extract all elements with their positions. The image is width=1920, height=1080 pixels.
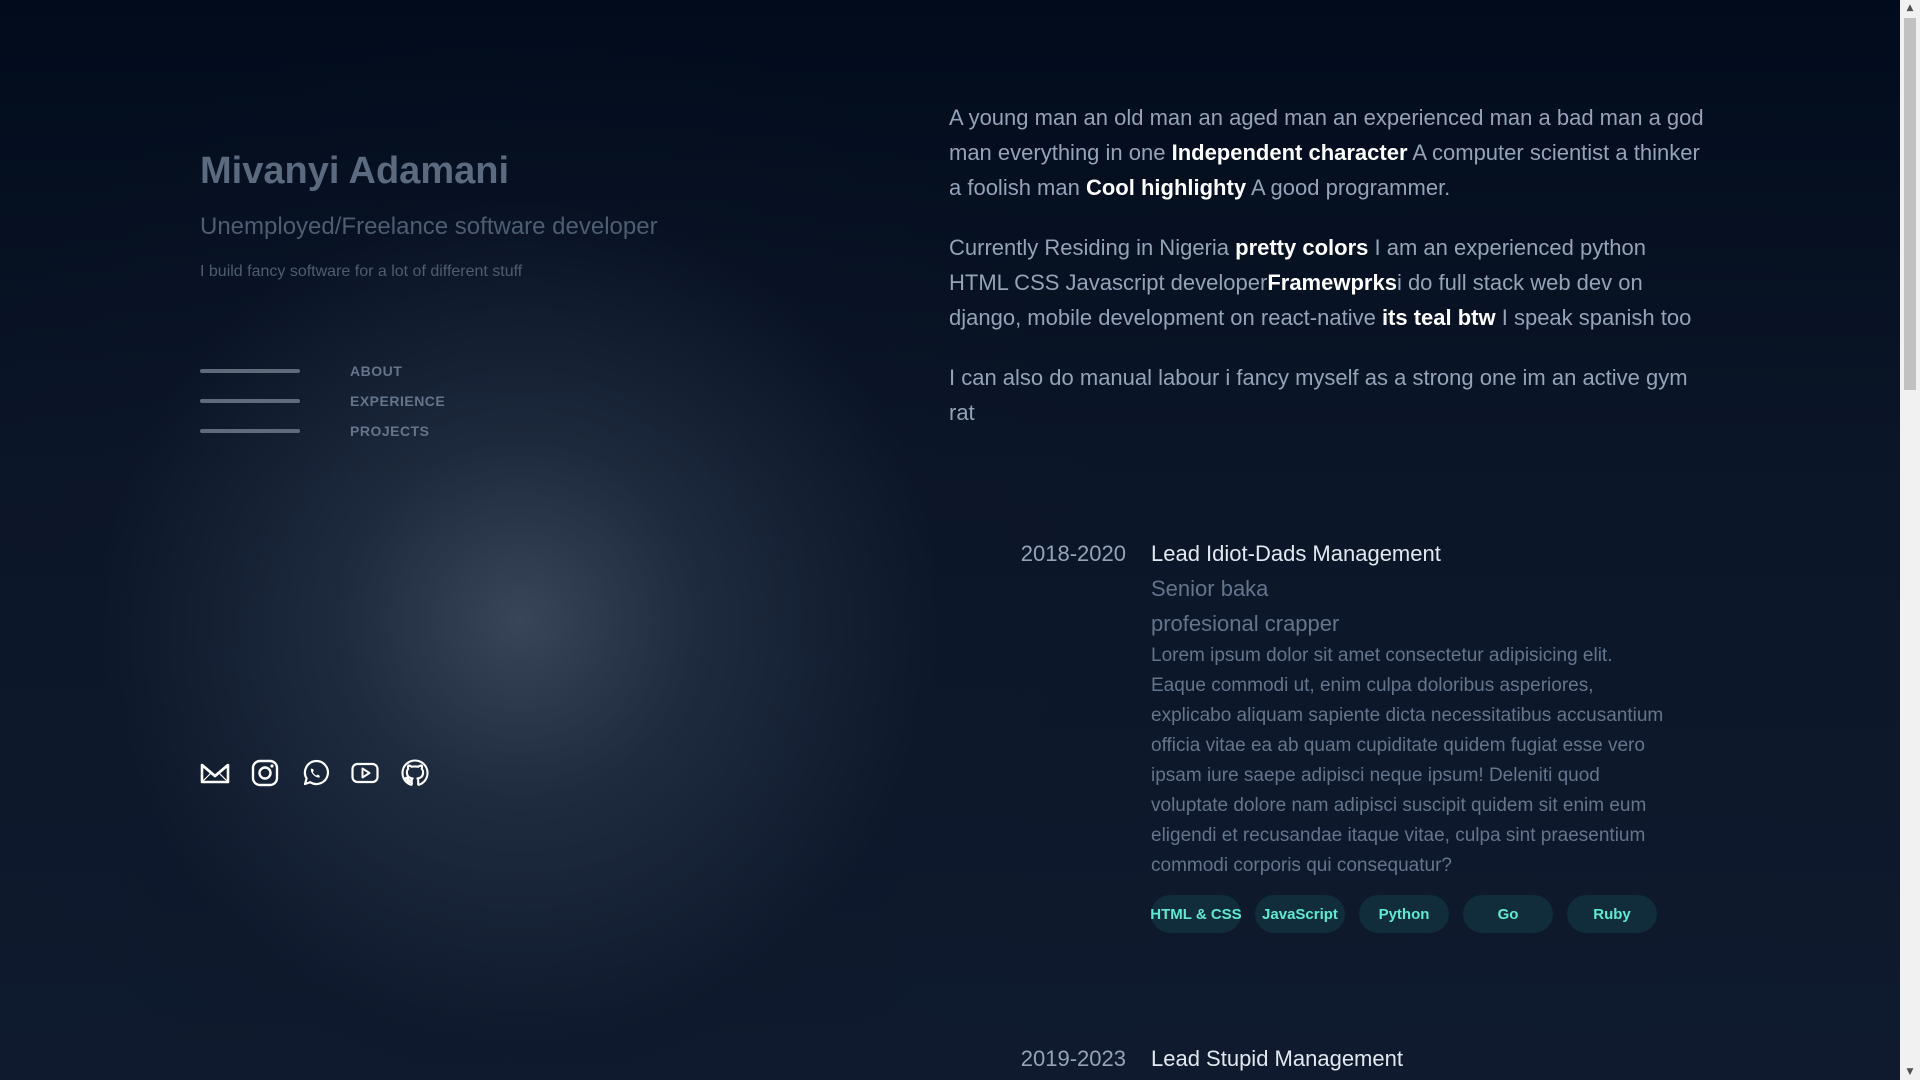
- about-paragraph-1: A young man an old man an aged man an ex…: [949, 100, 1709, 205]
- about-highlight: Cool highlighty: [1085, 175, 1247, 200]
- scrollbar-thumb[interactable]: [1904, 18, 1916, 390]
- about-highlight: Framewprks: [1267, 270, 1397, 295]
- tech-tag: Go: [1463, 895, 1553, 933]
- about-highlight: pretty colors: [1235, 235, 1369, 260]
- page-scrollbar[interactable]: ▲ ▼: [1900, 0, 1920, 1080]
- nav-indicator-line: [200, 399, 300, 403]
- instagram-link[interactable]: [250, 758, 280, 788]
- nav-item-about[interactable]: ABOUT: [200, 356, 445, 386]
- nav-item-experience[interactable]: EXPERIENCE: [200, 386, 445, 416]
- about-text: Currently Residing in Nigeria: [949, 235, 1236, 260]
- tech-tag: HTML & CSS: [1150, 895, 1242, 933]
- about-section: A young man an old man an aged man an ex…: [949, 100, 1709, 455]
- whatsapp-link[interactable]: [300, 758, 330, 788]
- github-link[interactable]: [400, 758, 430, 788]
- nav-label: ABOUT: [350, 363, 403, 379]
- profile-tagline: I build fancy software for a lot of diff…: [200, 263, 523, 280]
- experience-description: Lorem ipsum dolor sit amet consectetur a…: [1151, 645, 1664, 876]
- page: Mivanyi Adamani Unemployed/Freelance sof…: [0, 0, 1900, 1080]
- experience-date: 2019-2023: [1020, 1046, 1126, 1071]
- experience-subtitle: profesional crapper: [1151, 611, 1340, 636]
- whatsapp-icon: [303, 759, 330, 786]
- youtube-icon: [351, 762, 379, 784]
- tech-tag: Ruby: [1567, 895, 1657, 933]
- nav-label: EXPERIENCE: [350, 393, 446, 409]
- experience-body: Lead Idiot-Dads Management Senior baka p…: [1150, 536, 1671, 933]
- gmail-icon: [200, 763, 230, 784]
- scroll-down-arrow-icon[interactable]: ▼: [1900, 1064, 1920, 1080]
- experience-title[interactable]: Lead Stupid Management: [1151, 1041, 1671, 1076]
- youtube-link[interactable]: [350, 758, 380, 788]
- nav-indicator-line: [200, 429, 300, 433]
- profile-role: Unemployed/Freelance software developer: [200, 213, 658, 240]
- github-icon: [401, 759, 429, 786]
- about-paragraph-2: Currently Residing in Nigeria pretty col…: [949, 230, 1709, 335]
- experience-subtitle: Senior baka: [1151, 576, 1269, 601]
- section-nav: ABOUT EXPERIENCE PROJECTS: [200, 356, 445, 446]
- nav-item-projects[interactable]: PROJECTS: [200, 416, 445, 446]
- social-links: [200, 758, 430, 788]
- about-highlight: its teal btw: [1381, 305, 1496, 330]
- instagram-icon: [251, 759, 279, 787]
- tech-tag: Python: [1359, 895, 1449, 933]
- about-text: A good programmer.: [1246, 175, 1451, 200]
- experience-body: Lead Stupid Management: [1151, 1041, 1671, 1076]
- gmail-link[interactable]: [200, 758, 230, 788]
- nav-indicator-line: [200, 369, 300, 373]
- about-paragraph-3: I can also do manual labour i fancy myse…: [949, 365, 1688, 425]
- experience-title[interactable]: Lead Idiot-Dads Management: [1151, 536, 1671, 571]
- nav-label: PROJECTS: [350, 423, 430, 439]
- about-text: I speak spanish too: [1495, 305, 1692, 330]
- tech-tags: HTML & CSS JavaScript Python Go Ruby: [1150, 895, 1671, 933]
- experience-date: 2018-2020: [1020, 541, 1126, 566]
- profile-name: Mivanyi Adamani: [200, 150, 510, 192]
- about-highlight: Independent character: [1171, 140, 1408, 165]
- tech-tag: JavaScript: [1255, 895, 1345, 933]
- scroll-up-arrow-icon[interactable]: ▲: [1900, 0, 1920, 16]
